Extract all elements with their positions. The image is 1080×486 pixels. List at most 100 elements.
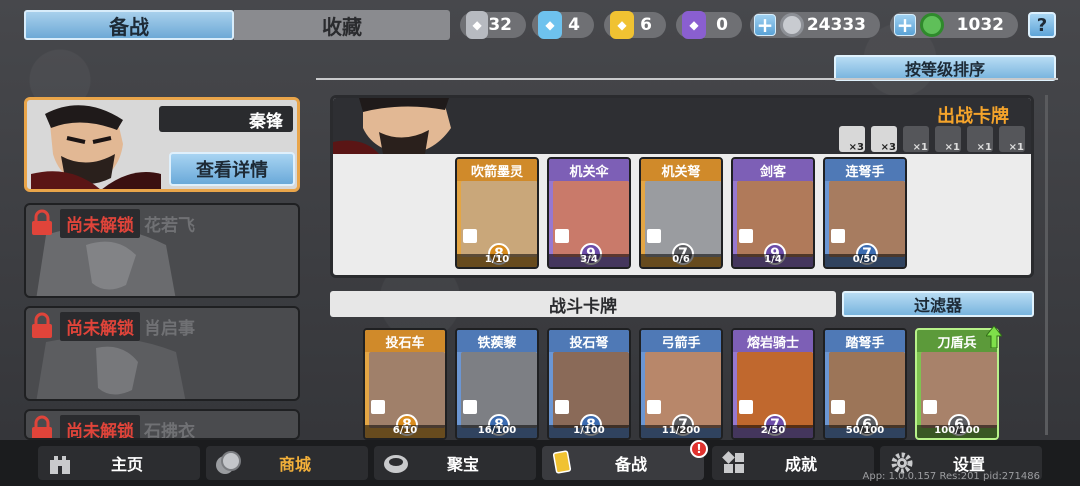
- card-type-icon: [831, 400, 845, 414]
- nav-label: 商城: [278, 455, 311, 474]
- lock-row: 尚未解锁 石拂衣: [30, 414, 195, 440]
- locked-hero-name: 肖启事: [144, 318, 195, 339]
- tab-prepare[interactable]: 备战: [24, 10, 234, 40]
- coins-icon: [214, 449, 242, 477]
- card-count: 1/4: [733, 254, 813, 267]
- type-count: ×1: [976, 142, 992, 153]
- gold-shield-icon: ◆: [610, 11, 634, 39]
- filter-button[interactable]: 过滤器: [842, 291, 1034, 317]
- currency-jade: + 1032: [890, 12, 1018, 38]
- hero-name: 秦锋: [159, 106, 293, 132]
- locked-hero-name: 花若飞: [144, 215, 195, 236]
- version-text: App: 1.0.0.157 Res:201 pid:271486: [862, 471, 1041, 482]
- hero-portrait-qinfeng: [31, 104, 161, 189]
- scrollbar[interactable]: [1045, 95, 1048, 435]
- card-type-icon: [647, 229, 661, 243]
- helmet-type-icon: ×3: [871, 126, 897, 153]
- notification-badge: !: [690, 440, 708, 458]
- battle-card[interactable]: 熔岩骑士 7 2/50: [731, 328, 815, 440]
- type-count: ×1: [912, 142, 928, 153]
- card-count: 50/100: [825, 425, 905, 438]
- unit-type-counts: ×3 ×3 ×1 ×1 ×1 ×1: [839, 126, 1025, 153]
- battle-card[interactable]: 弓箭手 7 11/200: [639, 328, 723, 440]
- silver-shield-icon: ◆: [466, 11, 489, 39]
- nav-home[interactable]: 主页: [38, 446, 200, 480]
- card-name: 连弩手: [825, 159, 905, 181]
- add-silver-button[interactable]: +: [754, 13, 776, 37]
- achievement-grid-icon: [720, 449, 748, 477]
- battle-card[interactable]: 投石车 8 6/10: [363, 328, 447, 440]
- upgrade-arrow-icon: [986, 326, 1002, 348]
- card-count: 11/200: [641, 425, 721, 438]
- card-name: 踏弩手: [825, 330, 905, 352]
- card-type-icon: [371, 400, 385, 414]
- battle-cards-header: 战斗卡牌: [330, 291, 836, 317]
- resource-value: 0: [716, 15, 728, 35]
- card-count: 1/10: [457, 254, 537, 267]
- nav-prepare[interactable]: 备战: [542, 446, 704, 480]
- nav-shop[interactable]: 商城: [206, 446, 368, 480]
- purple-shield-icon: ◆: [682, 11, 706, 39]
- hero-card-selected[interactable]: 秦锋 查看详情: [24, 97, 300, 192]
- card-count: 100/100: [917, 425, 997, 438]
- locked-status: 尚未解锁: [60, 414, 140, 438]
- deck-header: 出战卡牌 ×3 ×3 ×1 ×1 ×1 ×1: [333, 98, 1031, 154]
- card-name: 机关弩: [641, 159, 721, 181]
- resource-gold-shield[interactable]: ◆ 6: [604, 11, 666, 39]
- card-type-icon: [463, 229, 477, 243]
- card-count: 16/100: [457, 425, 537, 438]
- currency-value: 1032: [956, 15, 1004, 35]
- card-name: 机关伞: [549, 159, 629, 181]
- card-type-icon: [923, 400, 937, 414]
- battle-card[interactable]: 铁蒺藜 8 16/100: [455, 328, 539, 440]
- silver-coin-icon: [780, 13, 804, 37]
- currency-silver: + 24333: [750, 12, 880, 38]
- hero-card-locked[interactable]: 尚未解锁 花若飞: [24, 203, 300, 298]
- card-type-icon: [555, 400, 569, 414]
- resource-blue-shield[interactable]: ◆ 4: [532, 11, 594, 39]
- nav-treasure[interactable]: 聚宝: [374, 446, 536, 480]
- treasure-bowl-icon: [382, 449, 410, 477]
- card-name: 熔岩骑士: [733, 330, 813, 352]
- hero-card-locked[interactable]: 尚未解锁 肖启事: [24, 306, 300, 401]
- blade-type-icon: ×1: [967, 126, 993, 153]
- cards-icon: [550, 449, 578, 477]
- view-details-button[interactable]: 查看详情: [169, 152, 295, 186]
- type-count: ×3: [880, 142, 896, 153]
- blue-crystal-shield-icon: ◆: [538, 11, 562, 39]
- tab-collection[interactable]: 收藏: [234, 10, 450, 40]
- nav-label: 主页: [110, 455, 143, 474]
- card-type-icon: [555, 229, 569, 243]
- card-type-icon: [831, 229, 845, 243]
- deck-title: 出战卡牌: [937, 106, 1009, 127]
- deck-card[interactable]: 吹箭墨灵 8 1/10: [455, 157, 539, 269]
- card-count: 2/50: [733, 425, 813, 438]
- deck-card[interactable]: 连弩手 7 0/50: [823, 157, 907, 269]
- card-name: 吹箭墨灵: [457, 159, 537, 181]
- battle-card[interactable]: 踏弩手 6 50/100: [823, 328, 907, 440]
- deck-card[interactable]: 机关伞 9 3/4: [547, 157, 631, 269]
- add-jade-button[interactable]: +: [894, 13, 916, 37]
- hero-card-locked[interactable]: 尚未解锁 石拂衣: [24, 409, 300, 440]
- locked-status: 尚未解锁: [60, 208, 140, 238]
- jade-coin-icon: [920, 13, 944, 37]
- resource-purple-shield[interactable]: ◆ 0: [676, 11, 742, 39]
- resource-silver-shield[interactable]: ◆ 32: [460, 11, 526, 39]
- resource-value: 4: [568, 15, 580, 35]
- divider: [316, 78, 1058, 80]
- card-type-icon: [463, 400, 477, 414]
- deck-card[interactable]: 机关弩 7 0/6: [639, 157, 723, 269]
- locked-status: 尚未解锁: [60, 311, 140, 341]
- top-bar: 备战 收藏 ◆ 32 ◆ 4 ◆ 6 ◆ 0 + 24333 + 1032 ?: [0, 0, 1080, 48]
- help-button[interactable]: ?: [1028, 12, 1056, 38]
- card-name: 投石车: [365, 330, 445, 352]
- battle-card[interactable]: 投石弩 8 1/100: [547, 328, 631, 440]
- locked-hero-name: 石拂衣: [144, 421, 195, 440]
- card-count: 1/100: [549, 425, 629, 438]
- card-name: 投石弩: [549, 330, 629, 352]
- nav-label: 备战: [614, 455, 647, 474]
- deck-card[interactable]: 剑客 9 1/4: [731, 157, 815, 269]
- nav-achievements[interactable]: 成就: [712, 446, 874, 480]
- card-type-icon: [647, 400, 661, 414]
- sword-type-icon: ×3: [839, 126, 865, 153]
